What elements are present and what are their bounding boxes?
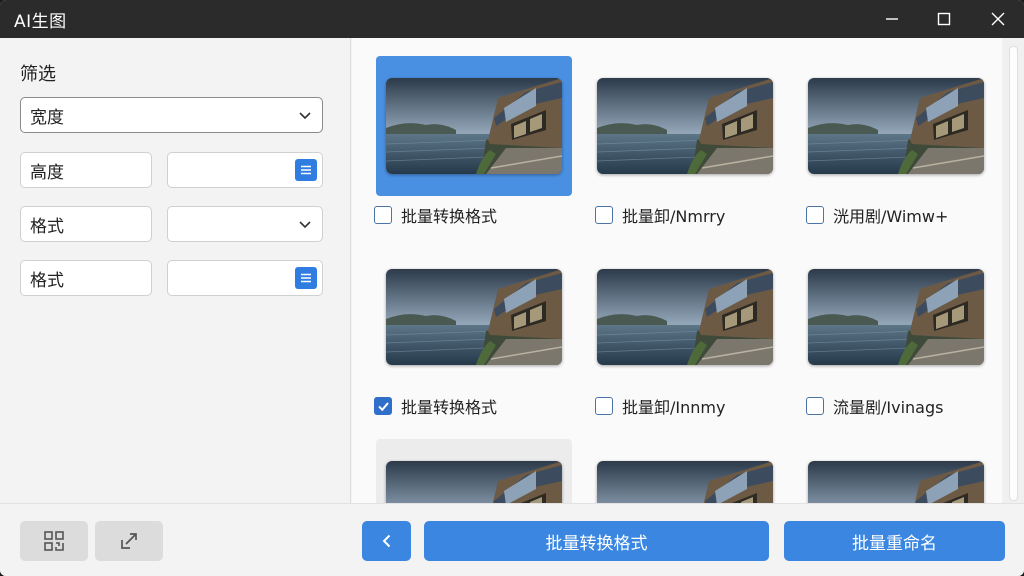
- image-thumbnail: [597, 461, 773, 503]
- checkbox[interactable]: [806, 206, 824, 224]
- back-button[interactable]: [362, 521, 411, 561]
- expand-button[interactable]: [95, 521, 163, 561]
- image-caption-1[interactable]: 批量转换格式: [374, 204, 497, 226]
- maximize-button[interactable]: [916, 0, 972, 38]
- image-thumbnail: [597, 78, 773, 174]
- footer-toolbar: 批量转换格式 批量重命名: [0, 503, 1024, 576]
- list-icon: [301, 165, 311, 175]
- maximize-icon: [937, 12, 951, 26]
- image-thumbnail: [808, 78, 984, 174]
- minimize-button[interactable]: [864, 0, 920, 38]
- image-thumbnail: [386, 78, 562, 174]
- batch-convert-button[interactable]: 批量转换格式: [424, 521, 769, 561]
- format-label-1: 格式: [30, 216, 64, 237]
- sidebar-title: 筛选: [20, 64, 56, 85]
- image-thumbnail: [386, 269, 562, 365]
- format-select[interactable]: [167, 206, 323, 242]
- caption-text: 批量转换格式: [401, 207, 498, 226]
- checkbox[interactable]: [374, 206, 392, 224]
- window-title: AI生图: [14, 12, 67, 32]
- image-caption-5[interactable]: 批量卸/Innmy: [595, 395, 725, 417]
- filter-sidebar: 筛选 宽度 高度 格式 格式: [0, 38, 351, 503]
- image-card-8[interactable]: [587, 439, 783, 503]
- qr-code-icon: [44, 531, 64, 551]
- image-thumbnail: [597, 269, 773, 365]
- height-spinner-button[interactable]: [295, 159, 317, 181]
- close-icon: [991, 12, 1005, 26]
- image-card-3[interactable]: [798, 56, 994, 196]
- height-input[interactable]: [167, 152, 323, 188]
- chevron-left-icon: [382, 534, 390, 548]
- image-thumbnail: [386, 461, 562, 503]
- image-card-4[interactable]: [376, 247, 572, 387]
- checkbox[interactable]: [806, 397, 824, 415]
- image-card-1[interactable]: [376, 56, 572, 196]
- image-thumbnail: [808, 269, 984, 365]
- image-gallery: 批量转换格式 批量卸/Nmrry 洸用剧/Wimw+ 批量转换格式 批量卸/In…: [352, 38, 1002, 503]
- image-caption-3[interactable]: 洸用剧/Wimw+: [806, 204, 948, 226]
- close-button[interactable]: [970, 0, 1024, 38]
- height-label: 高度: [30, 162, 64, 183]
- caption-text: 流量剧/Ivinags: [833, 398, 944, 417]
- caption-text: 批量卸/Innmy: [622, 398, 726, 417]
- batch-rename-button[interactable]: 批量重命名: [784, 521, 1005, 561]
- image-card-5[interactable]: [587, 247, 783, 387]
- image-caption-4[interactable]: 批量转换格式: [374, 395, 497, 417]
- format-input[interactable]: [167, 260, 323, 296]
- vertical-scrollbar[interactable]: [1003, 38, 1024, 503]
- width-select-label: 宽度: [30, 107, 64, 128]
- caption-text: 批量转换格式: [401, 398, 498, 417]
- title-bar: AI生图: [0, 0, 1024, 38]
- list-icon: [301, 273, 311, 283]
- checkbox-checked[interactable]: [374, 397, 392, 415]
- caption-text: 批量卸/Nmrry: [622, 207, 726, 226]
- scrollbar-thumb[interactable]: [1009, 46, 1018, 501]
- caption-text: 洸用剧/Wimw+: [833, 207, 949, 226]
- chevron-down-icon: [299, 221, 311, 229]
- image-card-2[interactable]: [587, 56, 783, 196]
- height-label-box: 高度: [20, 152, 152, 188]
- expand-arrow-icon: [121, 533, 137, 549]
- checkbox[interactable]: [595, 206, 613, 224]
- minimize-icon: [886, 18, 898, 20]
- qr-code-button[interactable]: [20, 521, 88, 561]
- format-label-2: 格式: [30, 270, 64, 291]
- image-caption-2[interactable]: 批量卸/Nmrry: [595, 204, 725, 226]
- image-thumbnail: [808, 461, 984, 503]
- image-card-9[interactable]: [798, 439, 994, 503]
- checkbox[interactable]: [595, 397, 613, 415]
- image-card-6[interactable]: [798, 247, 994, 387]
- format-spinner-button[interactable]: [295, 267, 317, 289]
- image-caption-6[interactable]: 流量剧/Ivinags: [806, 395, 943, 417]
- checkmark-icon: [377, 401, 389, 411]
- image-card-7[interactable]: [376, 439, 572, 503]
- format-label-box-2: 格式: [20, 260, 152, 296]
- format-label-box-1: 格式: [20, 206, 152, 242]
- width-select[interactable]: 宽度: [20, 97, 323, 133]
- app-window: AI生图 筛选 宽度 高度 格式 格式 批量转换格式 批量卸/Nmrry 洸用剧…: [0, 0, 1024, 576]
- chevron-down-icon: [299, 112, 311, 120]
